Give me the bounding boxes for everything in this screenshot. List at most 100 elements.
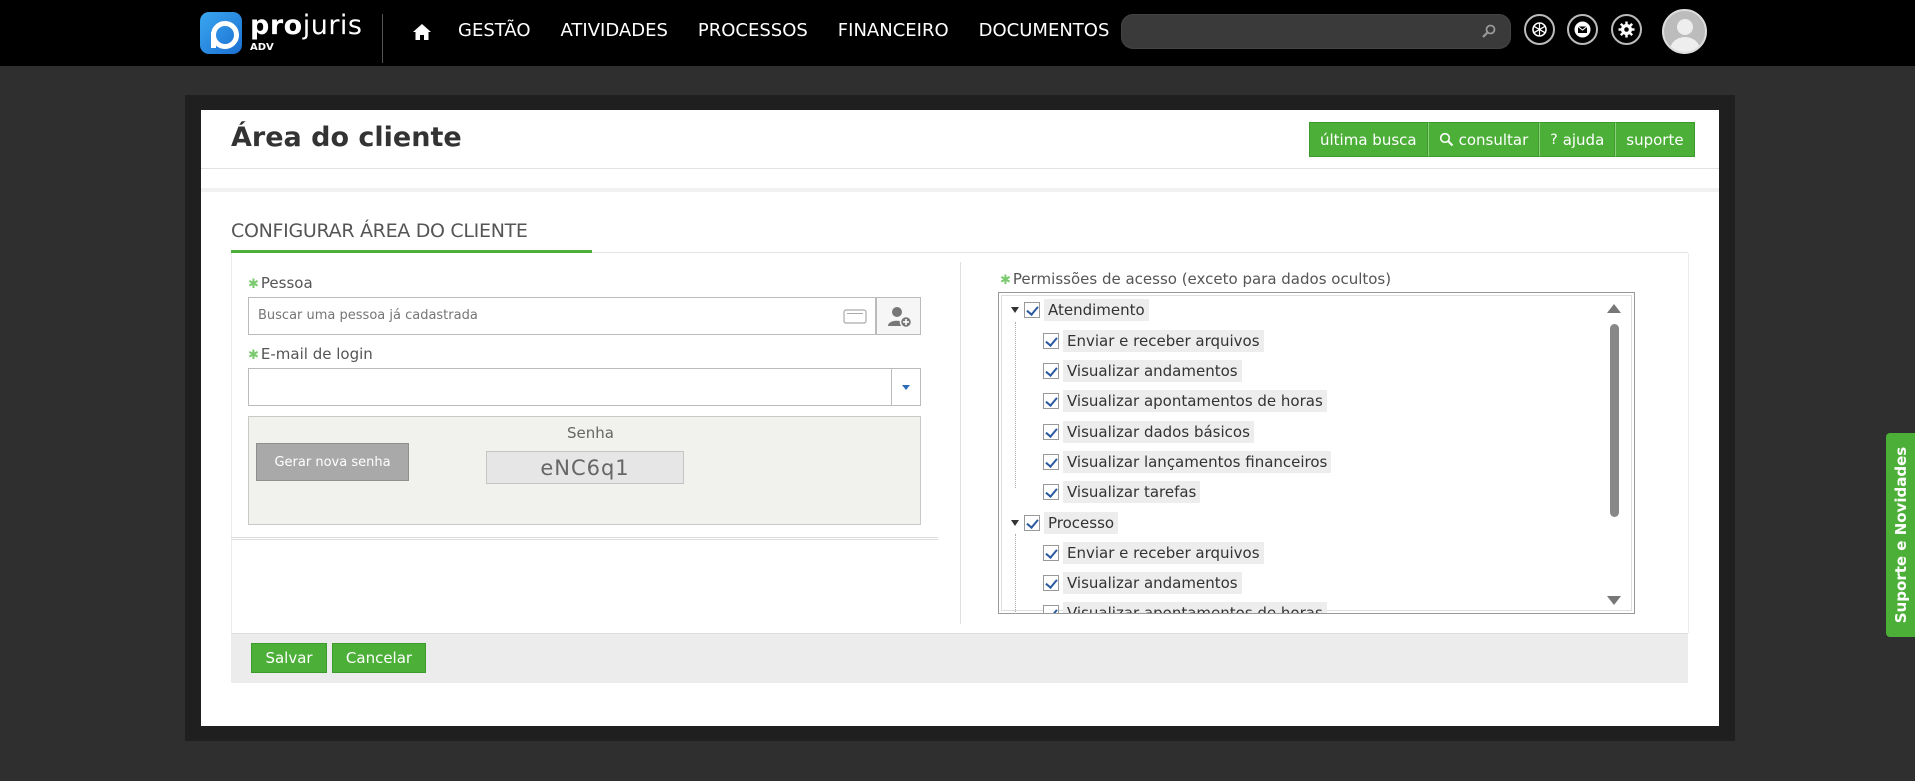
ultima-busca-button[interactable]: última busca xyxy=(1309,122,1428,157)
tree-item-label: Enviar e receber arquivos xyxy=(1063,542,1264,564)
nav-processos[interactable]: PROCESSOS xyxy=(698,20,808,41)
add-person-icon xyxy=(888,307,913,329)
tree-item-label: Visualizar dados básicos xyxy=(1063,421,1254,443)
settings-button[interactable] xyxy=(1611,14,1642,45)
email-label-text: E-mail de login xyxy=(260,345,373,363)
tree-item[interactable]: Visualizar dados básicos xyxy=(1043,420,1254,444)
support-news-tab[interactable]: Suporte e Novidades xyxy=(1886,433,1915,637)
tree-group-atendimento[interactable]: Atendimento xyxy=(1011,298,1149,322)
checkbox[interactable] xyxy=(1043,393,1059,409)
checkbox[interactable] xyxy=(1043,605,1059,613)
ajuda-label: ajuda xyxy=(1562,130,1605,149)
id-card-icon[interactable] xyxy=(843,309,867,324)
mail-icon xyxy=(1574,21,1591,38)
chatgpt-button[interactable] xyxy=(1524,14,1555,45)
nav-atividades[interactable]: ATIVIDADES xyxy=(561,20,668,41)
logo-text-bold: pro xyxy=(250,10,303,41)
senha-label: Senha xyxy=(567,424,614,442)
title-divider xyxy=(201,168,1719,169)
email-label: ✱ E-mail de login xyxy=(248,345,373,363)
checkbox[interactable] xyxy=(1024,515,1040,531)
global-search-input[interactable] xyxy=(1136,22,1466,42)
checkbox[interactable] xyxy=(1043,454,1059,470)
pessoa-label: ✱ Pessoa xyxy=(248,274,313,292)
logo-text-light: juris xyxy=(302,10,363,41)
tree-item[interactable]: Enviar e receber arquivos xyxy=(1043,329,1264,353)
nav-gestao[interactable]: GESTÃO xyxy=(458,20,531,41)
pessoa-field xyxy=(248,297,876,335)
required-icon: ✱ xyxy=(1000,273,1011,288)
scroll-down-icon[interactable] xyxy=(1607,596,1621,605)
form-border-left xyxy=(231,253,232,633)
required-icon: ✱ xyxy=(248,348,259,363)
ultima-busca-label: última busca xyxy=(1320,130,1417,149)
search-icon[interactable] xyxy=(1482,24,1496,38)
tree-item[interactable]: Enviar e receber arquivos xyxy=(1043,541,1264,565)
home-icon[interactable] xyxy=(412,22,432,42)
tree-clip: Visualizar apontamentos de horas xyxy=(1000,601,1600,613)
nav-financeiro[interactable]: FINANCEIRO xyxy=(838,20,949,41)
tree-item-label: Visualizar tarefas xyxy=(1063,481,1201,503)
tree-item[interactable]: Visualizar tarefas xyxy=(1043,480,1201,504)
checkbox[interactable] xyxy=(1043,424,1059,440)
form-border-right xyxy=(1688,253,1689,633)
tree-item-label: Visualizar apontamentos de horas xyxy=(1063,390,1327,412)
pessoa-label-text: Pessoa xyxy=(260,274,313,292)
tree-item-label: Enviar e receber arquivos xyxy=(1063,330,1264,352)
nav-divider xyxy=(382,14,383,63)
global-search xyxy=(1121,14,1511,49)
ajuda-button[interactable]: ? ajuda xyxy=(1539,122,1616,157)
chatgpt-icon xyxy=(1532,22,1547,37)
top-navbar: projuris ADV GESTÃO ATIVIDADES PROCESSOS… xyxy=(0,0,1915,66)
tree-item[interactable]: Visualizar andamentos xyxy=(1043,571,1242,595)
messages-button[interactable] xyxy=(1567,14,1598,45)
add-person-button[interactable] xyxy=(876,297,921,335)
save-button[interactable]: Salvar xyxy=(251,643,327,673)
checkbox[interactable] xyxy=(1043,363,1059,379)
scroll-up-icon[interactable] xyxy=(1607,304,1621,313)
main-nav: GESTÃO ATIVIDADES PROCESSOS FINANCEIRO D… xyxy=(458,20,1109,41)
permissions-label-text: Permissões de acesso (exceto para dados … xyxy=(1012,270,1392,288)
pessoa-search-input[interactable] xyxy=(258,308,818,323)
form-footer xyxy=(231,633,1688,683)
title-divider-shadow xyxy=(201,188,1719,192)
caret-down-icon[interactable] xyxy=(1011,520,1019,526)
projuris-logo[interactable]: projuris ADV xyxy=(200,12,363,54)
tree-item[interactable]: Visualizar apontamentos de horas xyxy=(1043,389,1327,413)
section-title: CONFIGURAR ÁREA DO CLIENTE xyxy=(231,220,528,242)
page-title: Área do cliente xyxy=(231,122,462,153)
logo-icon xyxy=(200,12,242,54)
scrollbar-thumb[interactable] xyxy=(1610,324,1619,517)
tree-item[interactable]: Visualizar andamentos xyxy=(1043,359,1242,383)
checkbox[interactable] xyxy=(1043,333,1059,349)
caret-down-icon[interactable] xyxy=(1011,307,1019,313)
tree-item[interactable]: Visualizar apontamentos de horas xyxy=(1043,601,1327,613)
tree-item-label: Visualizar andamentos xyxy=(1063,360,1242,382)
tree-item-label: Visualizar lançamentos financeiros xyxy=(1063,451,1332,473)
tree-group-label: Atendimento xyxy=(1044,299,1149,321)
user-avatar[interactable] xyxy=(1662,9,1707,54)
page-actions: última busca consultar ? ajuda suporte xyxy=(1309,122,1695,157)
logo-subtitle: ADV xyxy=(250,42,274,53)
tree-item[interactable]: Visualizar lançamentos financeiros xyxy=(1043,450,1332,474)
tree-group-processo[interactable]: Processo xyxy=(1011,511,1119,535)
cancel-button[interactable]: Cancelar xyxy=(332,643,426,673)
checkbox[interactable] xyxy=(1043,545,1059,561)
column-divider xyxy=(960,262,961,624)
suporte-button[interactable]: suporte xyxy=(1615,122,1695,157)
generate-password-button[interactable]: Gerar nova senha xyxy=(256,443,409,481)
consultar-label: consultar xyxy=(1458,130,1529,149)
consultar-button[interactable]: consultar xyxy=(1427,122,1540,157)
checkbox[interactable] xyxy=(1043,484,1059,500)
email-login-select[interactable] xyxy=(248,368,921,406)
checkbox[interactable] xyxy=(1043,575,1059,591)
left-column-separator xyxy=(231,537,938,540)
chevron-down-icon[interactable] xyxy=(891,369,920,405)
checkbox[interactable] xyxy=(1024,302,1040,318)
settings-icon xyxy=(1618,21,1635,38)
tree-connector xyxy=(1015,322,1016,488)
nav-documentos[interactable]: DOCUMENTOS xyxy=(979,20,1110,41)
question-icon: ? xyxy=(1550,131,1558,148)
section-underline xyxy=(231,250,592,253)
suporte-label: suporte xyxy=(1626,130,1684,149)
